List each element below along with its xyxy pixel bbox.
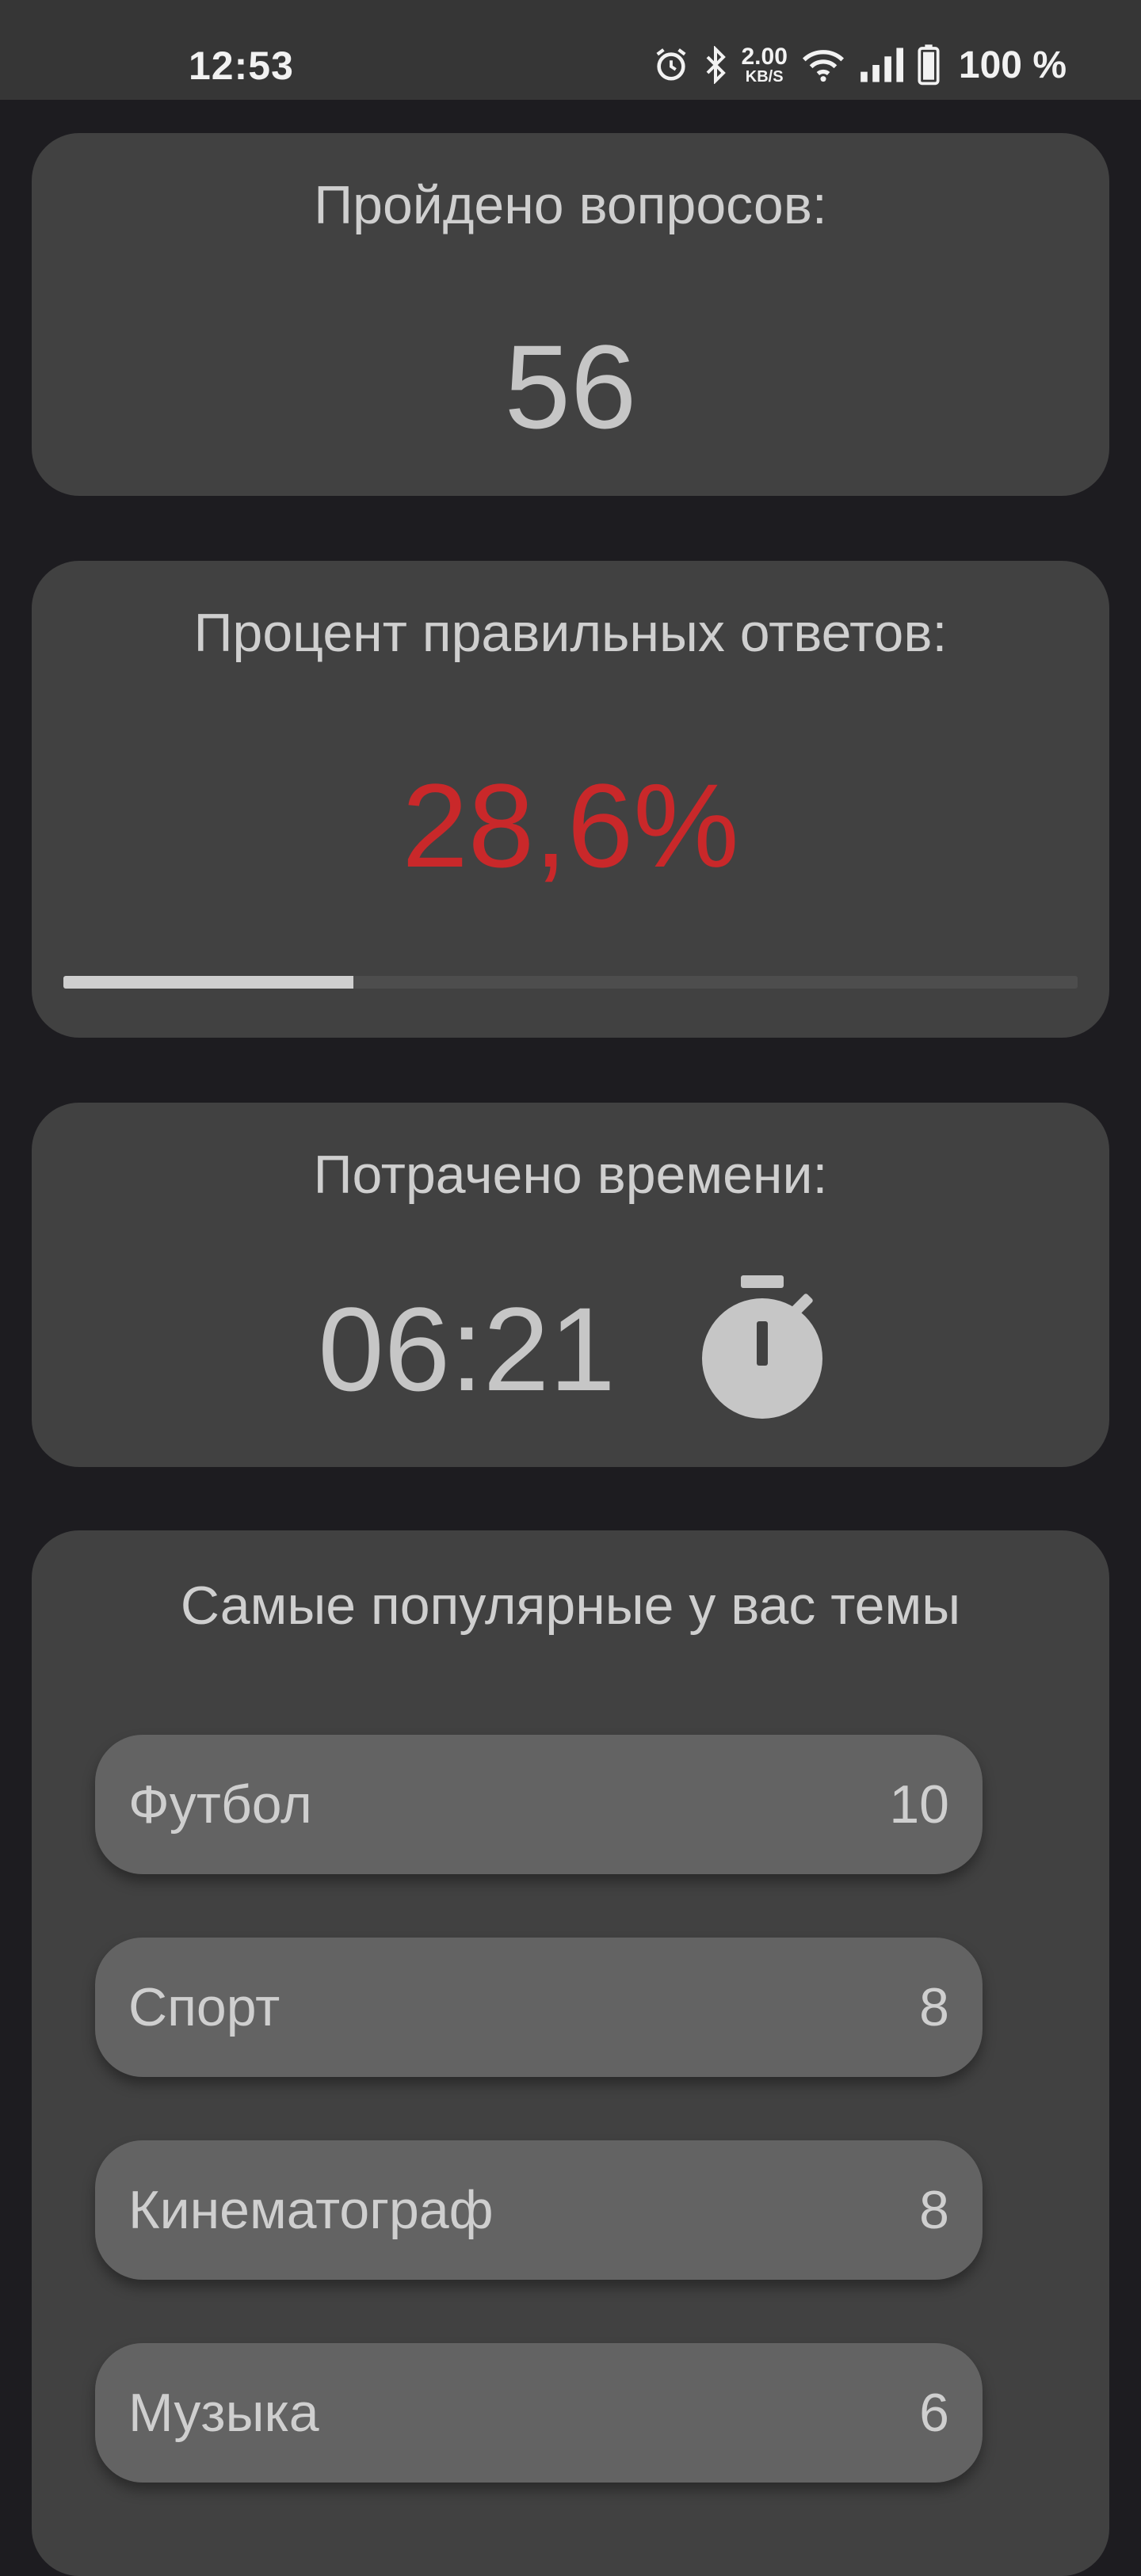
- topic-item-football[interactable]: Футбол 10: [95, 1735, 983, 1874]
- status-icons: 2.00 KB/S 100 %: [653, 40, 1067, 90]
- accuracy-value: 28,6%: [402, 759, 739, 892]
- status-bar: 12:53 2.00 KB/S 100 %: [0, 0, 1141, 100]
- battery-percent: 100 %: [958, 44, 1067, 86]
- accuracy-card: Процент правильных ответов: 28,6%: [32, 561, 1109, 1038]
- topics-title: Самые популярные у вас темы: [180, 1576, 961, 1636]
- topic-count: 6: [919, 2383, 949, 2443]
- net-speed-unit: KB/S: [745, 68, 784, 86]
- topic-name: Футбол: [128, 1774, 312, 1835]
- topic-count: 10: [889, 1774, 949, 1835]
- questions-title: Пройдено вопросов:: [314, 175, 827, 235]
- topic-item-sport[interactable]: Спорт 8: [95, 1938, 983, 2077]
- topic-name: Спорт: [128, 1977, 280, 2037]
- time-row: 06:21: [32, 1275, 1109, 1423]
- topic-count: 8: [919, 1977, 949, 2037]
- accuracy-progress-bar: [63, 976, 1078, 989]
- topic-name: Музыка: [128, 2383, 319, 2443]
- net-speed: 2.00 KB/S: [741, 44, 788, 86]
- bluetooth-icon: [704, 46, 727, 84]
- status-time: 12:53: [189, 44, 294, 88]
- stopwatch-icon: [701, 1275, 823, 1423]
- topic-count: 8: [919, 2180, 949, 2240]
- alarm-icon: [653, 47, 689, 83]
- wifi-icon: [802, 48, 845, 82]
- accuracy-title: Процент правильных ответов:: [193, 603, 948, 663]
- battery-icon: [918, 44, 940, 86]
- questions-value: 56: [504, 320, 637, 453]
- net-speed-value: 2.00: [741, 44, 788, 70]
- topic-name: Кинематограф: [128, 2180, 494, 2240]
- questions-card: Пройдено вопросов: 56: [32, 133, 1109, 496]
- signal-icon: [859, 48, 903, 82]
- topic-item-music[interactable]: Музыка 6: [95, 2343, 983, 2483]
- accuracy-progress-fill: [63, 976, 354, 989]
- time-title: Потрачено времени:: [313, 1145, 828, 1205]
- topic-item-cinema[interactable]: Кинематограф 8: [95, 2140, 983, 2280]
- time-value: 06:21: [318, 1282, 616, 1416]
- topics-card: Самые популярные у вас темы Футбол 10 Сп…: [32, 1530, 1109, 2576]
- time-card: Потрачено времени: 06:21: [32, 1103, 1109, 1467]
